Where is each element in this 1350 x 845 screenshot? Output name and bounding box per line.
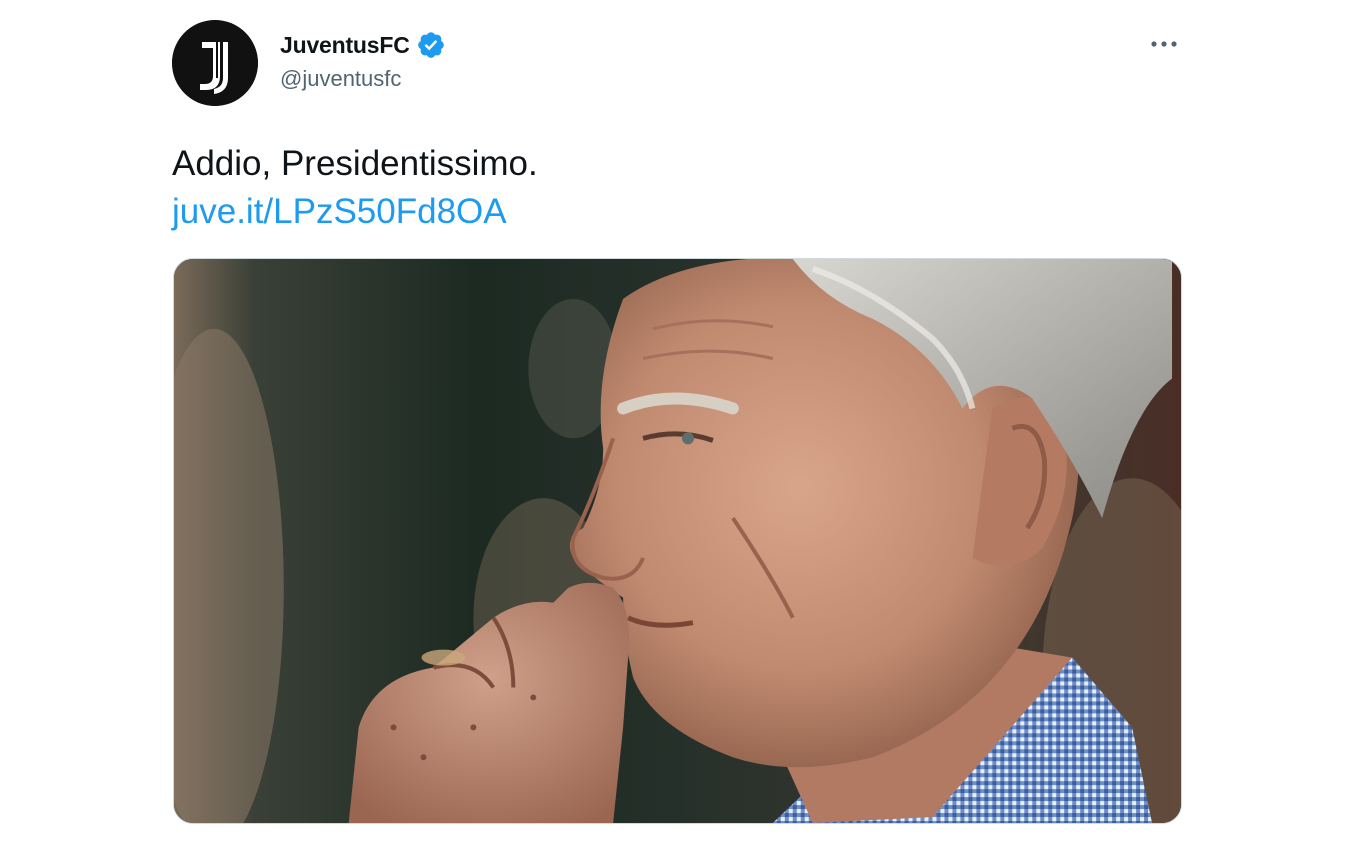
name-row: JuventusFC (280, 28, 446, 62)
author-block: JuventusFC @juventusfc (280, 28, 446, 92)
tweet-body: Addio, Presidentissimo. juve.it/LPzS50Fd… (172, 140, 538, 236)
tweet-text: Addio, Presidentissimo. (172, 144, 538, 183)
tweet-card: JuventusFC @juventusfc Addio, Presidenti… (0, 0, 1350, 845)
author-handle[interactable]: @juventusfc (280, 66, 446, 92)
author-avatar[interactable] (172, 20, 258, 106)
verified-badge-icon (416, 30, 446, 60)
juventus-logo-icon (172, 20, 258, 106)
more-options-icon (1151, 41, 1177, 47)
photo-image (174, 259, 1181, 823)
tweet-link[interactable]: juve.it/LPzS50Fd8OA (172, 188, 538, 236)
more-options-button[interactable] (1146, 30, 1182, 58)
tweet-photo[interactable] (173, 258, 1182, 824)
author-display-name[interactable]: JuventusFC (280, 32, 410, 59)
